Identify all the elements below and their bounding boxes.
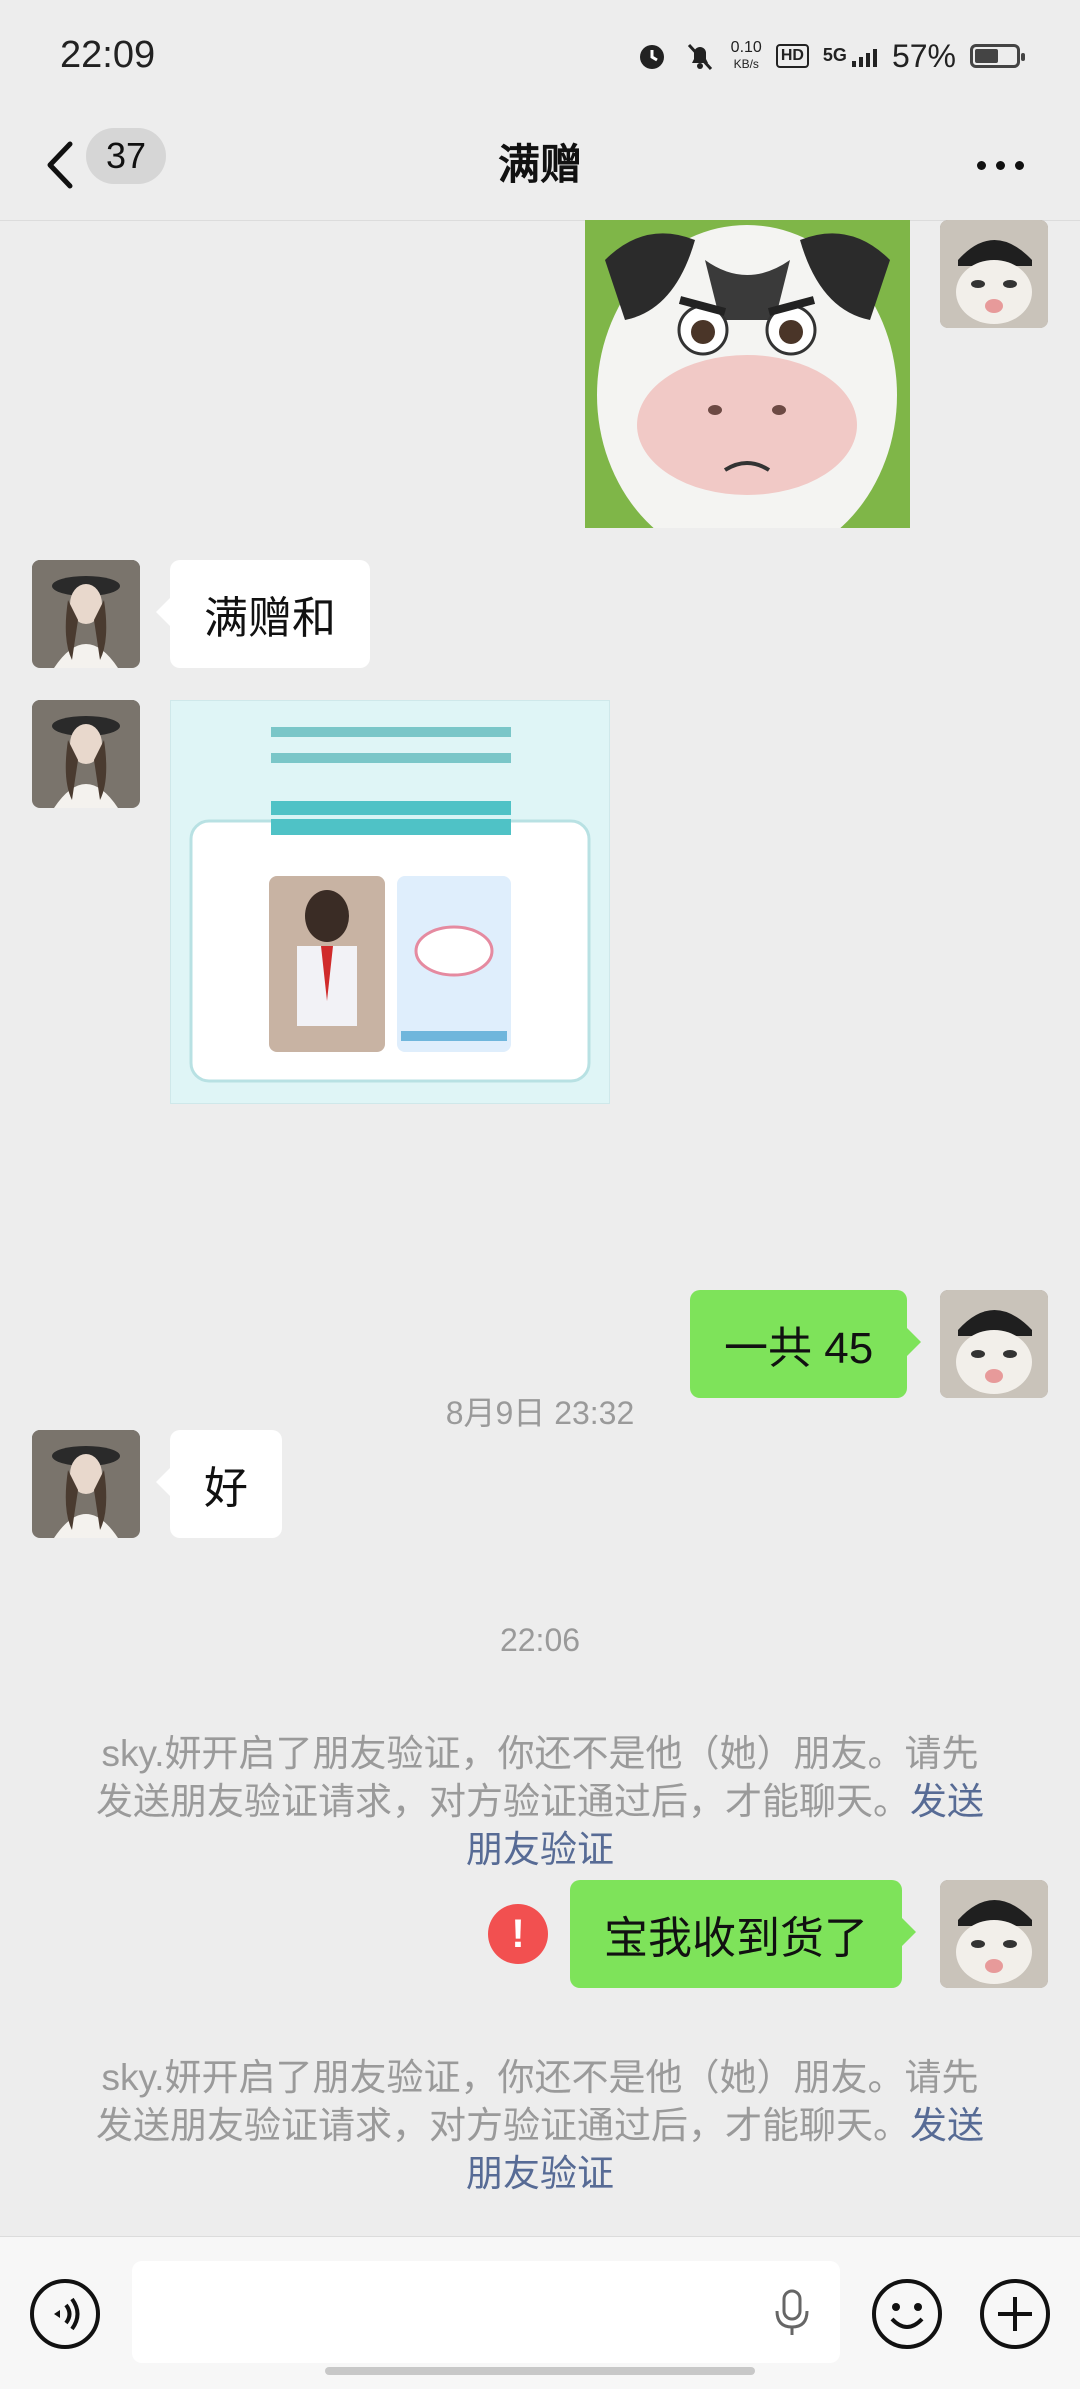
- status-time: 22:09: [60, 34, 156, 76]
- self-avatar[interactable]: [940, 1290, 1048, 1398]
- system-notice: sky.妍开启了朋友验证，你还不是他（她）朋友。请先发送朋友验证请求，对方验证通…: [96, 1733, 984, 1870]
- mute-bell-icon: [687, 43, 712, 71]
- self-avatar[interactable]: [940, 220, 1048, 328]
- message-bubble-outgoing[interactable]: 宝我收到货了: [570, 1880, 916, 1988]
- emoji-icon[interactable]: [870, 2277, 944, 2351]
- signal-5g-icon: 5G: [823, 45, 878, 67]
- send-failed-icon[interactable]: !: [488, 1904, 548, 1964]
- net-speed: 0.10 KB/s: [730, 39, 762, 72]
- home-indicator[interactable]: [325, 2367, 755, 2375]
- message-input[interactable]: [132, 2261, 840, 2363]
- battery-icon: [970, 44, 1025, 68]
- battery-level: [975, 49, 998, 63]
- hd-badge: HD: [775, 44, 809, 68]
- message-list[interactable]: 满赠和 8月9日 23:32 一共 45 好 22:06 sky.妍开启了朋友验…: [0, 220, 1080, 2236]
- timestamp: 8月9日 23:32: [445, 1395, 635, 1431]
- system-notice: sky.妍开启了朋友验证，你还不是他（她）朋友。请先发送朋友验证请求，对方验证通…: [96, 2057, 984, 2194]
- voice-input-icon[interactable]: [28, 2277, 102, 2351]
- timestamp: 22:06: [499, 1622, 581, 1658]
- message-bubble-incoming[interactable]: 好: [156, 1430, 282, 1538]
- message-bubble-outgoing[interactable]: 一共 45: [690, 1290, 922, 1398]
- microphone-icon[interactable]: [772, 2289, 812, 2337]
- contact-avatar[interactable]: [32, 560, 140, 668]
- chat-header: 37 满赠: [0, 110, 1080, 221]
- more-options-icon[interactable]: [960, 130, 1040, 200]
- input-bar: [0, 2236, 1080, 2389]
- self-avatar[interactable]: [940, 1880, 1048, 1988]
- shared-image-message[interactable]: [170, 700, 610, 1104]
- contact-avatar[interactable]: [32, 1430, 140, 1538]
- contact-avatar[interactable]: [32, 700, 140, 808]
- alarm-icon: [639, 45, 664, 69]
- battery-percent: 57%: [891, 37, 956, 74]
- message-bubble-incoming[interactable]: 满赠和: [156, 560, 370, 668]
- status-icons: 0.10 KB/s HD 5G 57%: [635, 36, 1025, 76]
- status-bar: 22:09 0.10 KB/s HD 5G 57%: [0, 0, 1080, 110]
- more-actions-plus-icon[interactable]: [978, 2277, 1052, 2351]
- sticker-image[interactable]: [585, 220, 910, 528]
- chat-title: 满赠: [497, 141, 582, 188]
